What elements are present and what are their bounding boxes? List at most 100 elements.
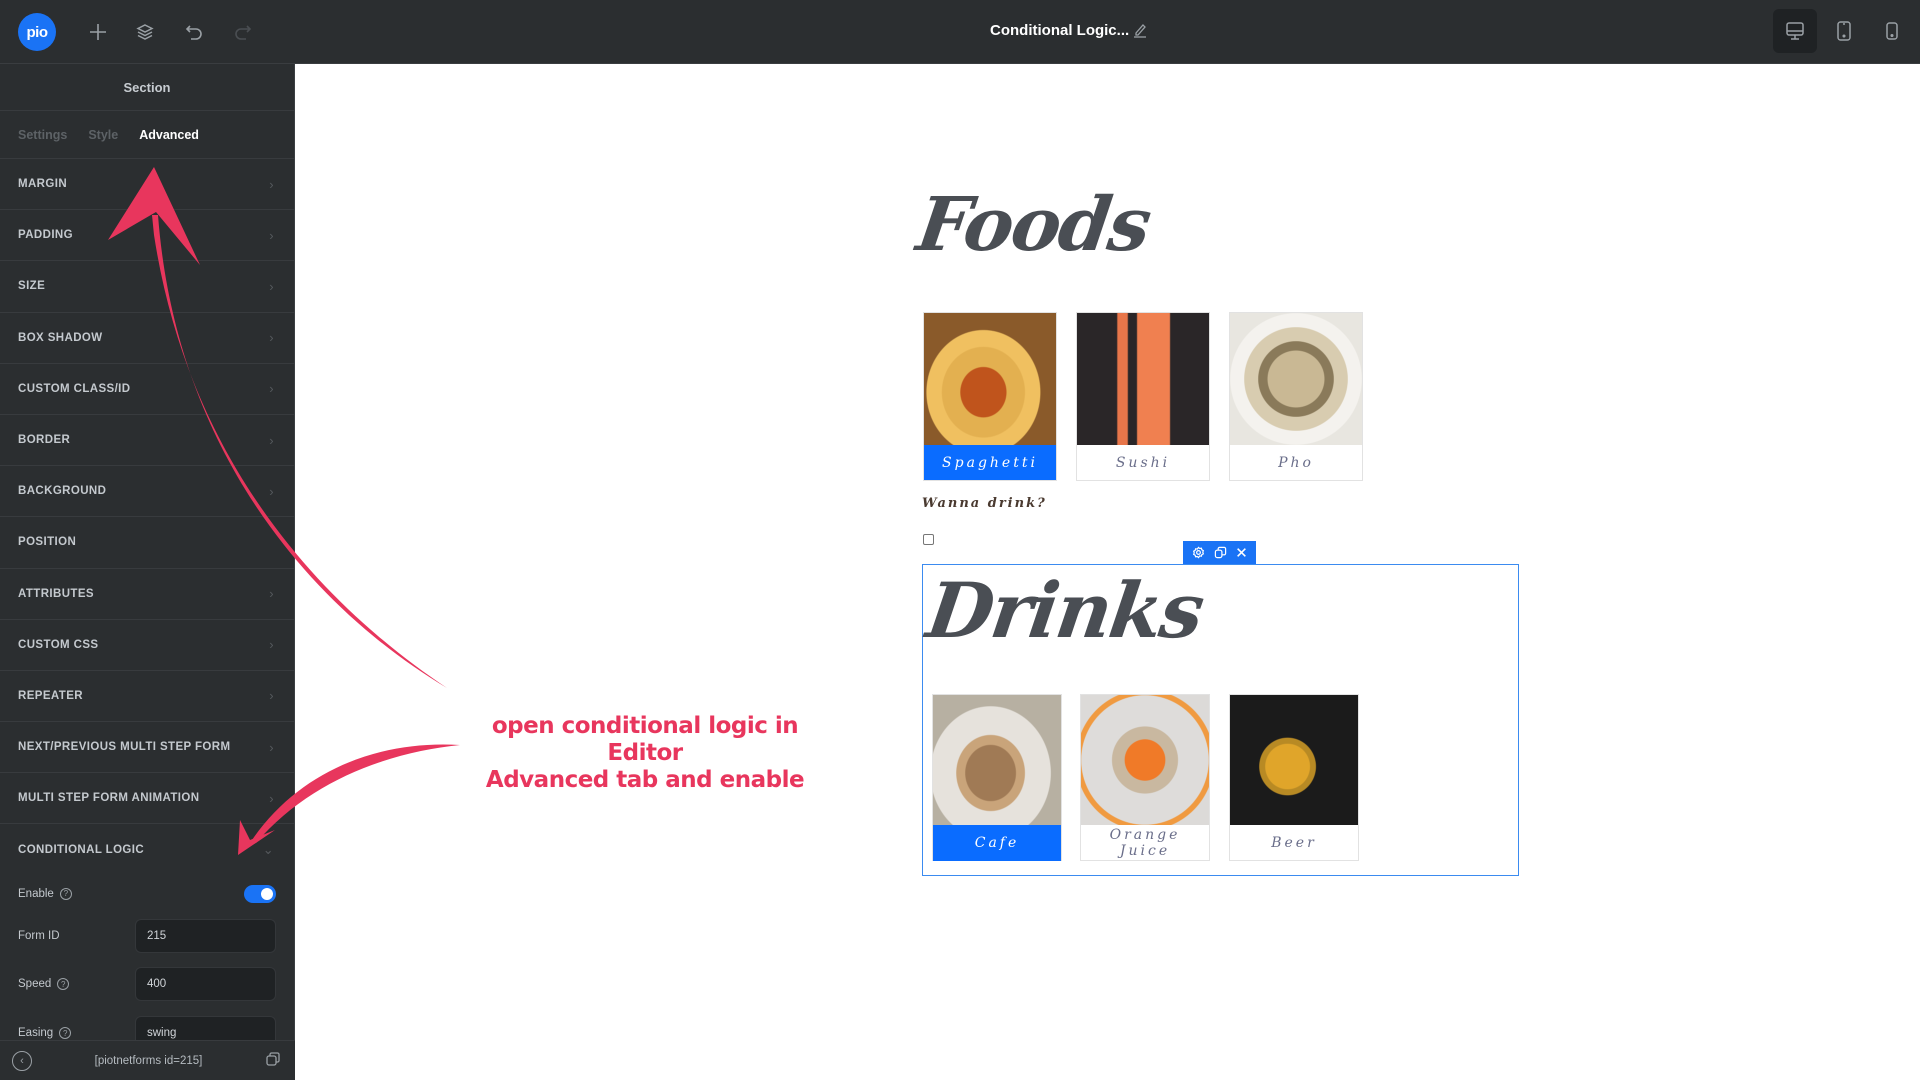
form-id-input[interactable]: 215 <box>135 918 276 953</box>
enable-toggle[interactable] <box>244 884 276 903</box>
duplicate-icon[interactable] <box>1214 546 1227 559</box>
section-attributes[interactable]: ATTRIBUTES › <box>0 569 294 620</box>
pho-image <box>1230 313 1362 445</box>
section-label: CUSTOM CLASS/ID <box>18 382 131 395</box>
help-icon[interactable]: ? <box>59 1027 72 1040</box>
form-id-label: Form ID <box>18 929 60 942</box>
easing-label: Easing <box>18 1027 54 1040</box>
close-icon[interactable] <box>1236 547 1247 558</box>
tab-advanced[interactable]: Advanced <box>139 128 199 142</box>
section-custom-css[interactable]: CUSTOM CSS › <box>0 620 294 671</box>
sushi-image <box>1077 313 1209 445</box>
chevron-right-icon: › <box>269 330 274 346</box>
top-bar: pio Conditional Logic... <box>0 0 1920 64</box>
chevron-right-icon: › <box>269 227 274 243</box>
edit-pencil-icon[interactable] <box>1133 22 1149 40</box>
section-label: NEXT/PREVIOUS MULTI STEP FORM <box>18 741 231 754</box>
section-label: BACKGROUND <box>18 485 107 498</box>
question-label: Wanna drink? <box>922 496 1047 511</box>
chevron-right-icon: › <box>269 790 274 806</box>
chevron-right-icon: › <box>269 176 274 192</box>
speed-field: Speed? 400 <box>0 960 294 1009</box>
section-margin[interactable]: MARGIN › <box>0 159 294 211</box>
section-conditional-logic[interactable]: CONDITIONAL LOGIC ⌄ <box>0 824 294 875</box>
redo-icon[interactable] <box>229 18 257 46</box>
foods-heading[interactable]: Foods <box>912 182 1155 268</box>
shortcode-text[interactable]: [piotnetforms id=215] <box>95 1055 203 1067</box>
panel-title: Section <box>0 64 294 111</box>
enable-field: Enable? <box>0 876 294 912</box>
section-label: PADDING <box>18 229 73 242</box>
section-label: REPEATER <box>18 689 83 702</box>
section-multi-step-form-animation[interactable]: MULTI STEP FORM ANIMATION › <box>0 773 294 825</box>
undo-icon[interactable] <box>180 18 208 46</box>
speed-input[interactable]: 400 <box>135 967 276 1002</box>
chevron-right-icon: › <box>269 278 274 294</box>
tab-settings[interactable]: Settings <box>18 128 67 142</box>
tab-style[interactable]: Style <box>88 128 118 142</box>
chevron-right-icon: › <box>269 381 274 397</box>
speed-label: Speed <box>18 978 52 991</box>
cafe-image <box>933 695 1061 825</box>
section-label: MULTI STEP FORM ANIMATION <box>18 792 200 805</box>
editor-sidebar: Section Settings Style Advanced MARGIN › P… <box>0 64 295 1080</box>
section-custom-class-id[interactable]: CUSTOM CLASS/ID › <box>0 364 294 415</box>
form-id-field: Form ID 215 <box>0 912 294 960</box>
orange-juice-image <box>1081 695 1209 825</box>
section-padding[interactable]: PADDING › <box>0 210 294 262</box>
food-card[interactable]: Spaghetti <box>923 312 1057 481</box>
drink-card[interactable]: Orange Juice <box>1080 694 1210 861</box>
drink-card[interactable]: Beer <box>1229 694 1359 861</box>
help-icon[interactable]: ? <box>57 978 70 991</box>
section-label: CUSTOM CSS <box>18 638 99 651</box>
annotation-line-2: Advanced tab and enable <box>485 767 805 793</box>
panel-tabs: Settings Style Advanced <box>0 111 294 159</box>
section-label: MARGIN <box>18 178 68 191</box>
section-background[interactable]: BACKGROUND › <box>0 466 294 518</box>
section-size[interactable]: SIZE › <box>0 261 294 313</box>
drink-label: Beer <box>1271 835 1317 851</box>
food-label: Sushi <box>1115 454 1171 471</box>
advanced-sections: MARGIN › PADDING › SIZE › BOX SHADOW › CUSTOM CL… <box>0 159 294 825</box>
section-label: CONDITIONAL LOGIC <box>18 844 145 857</box>
chevron-right-icon: › <box>269 483 274 499</box>
section-repeater[interactable]: REPEATER › <box>0 671 294 723</box>
drink-label: Orange Juice <box>1109 827 1181 859</box>
pio-logo[interactable]: pio <box>18 13 56 51</box>
beer-image <box>1230 695 1358 825</box>
section-label: BORDER <box>18 434 71 447</box>
desktop-view-button[interactable] <box>1773 9 1817 53</box>
chevron-down-icon: ⌄ <box>262 842 274 858</box>
settings-icon[interactable] <box>1192 546 1205 559</box>
layers-icon[interactable] <box>131 18 159 46</box>
section-next-previous-multi-step-form[interactable]: NEXT/PREVIOUS MULTI STEP FORM › <box>0 722 294 774</box>
tablet-view-button[interactable] <box>1822 9 1866 53</box>
section-label: POSITION <box>18 536 77 549</box>
drink-label: Cafe <box>933 825 1061 861</box>
mobile-view-button[interactable] <box>1870 9 1914 53</box>
section-border[interactable]: BORDER › <box>0 415 294 467</box>
food-card[interactable]: Pho <box>1229 312 1363 481</box>
plus-icon[interactable] <box>84 18 112 46</box>
food-card[interactable]: Sushi <box>1076 312 1210 481</box>
document-title[interactable]: Conditional Logic... <box>990 22 1129 39</box>
food-label: Spaghetti <box>924 445 1056 480</box>
drink-card[interactable]: Cafe <box>932 694 1062 861</box>
sidebar-footer: ‹ [piotnetforms id=215] <box>0 1040 295 1080</box>
chevron-right-icon: › <box>269 739 274 755</box>
section-position[interactable]: POSITION <box>0 517 294 569</box>
wanna-drink-checkbox[interactable] <box>923 534 934 545</box>
food-label: Pho <box>1278 454 1314 471</box>
drinks-heading[interactable]: Drinks <box>922 566 1208 655</box>
enable-label: Enable <box>18 887 54 900</box>
element-toolbar <box>1183 541 1256 564</box>
chevron-right-icon: › <box>269 586 274 602</box>
section-label: SIZE <box>18 280 46 293</box>
collapse-panel-button[interactable]: ‹ <box>12 1050 32 1071</box>
help-icon[interactable]: ? <box>59 887 72 900</box>
chevron-right-icon: › <box>269 688 274 704</box>
section-box-shadow[interactable]: BOX SHADOW › <box>0 313 294 364</box>
spaghetti-image <box>924 313 1056 445</box>
chevron-right-icon: › <box>269 432 274 448</box>
copy-icon[interactable] <box>265 1051 281 1070</box>
